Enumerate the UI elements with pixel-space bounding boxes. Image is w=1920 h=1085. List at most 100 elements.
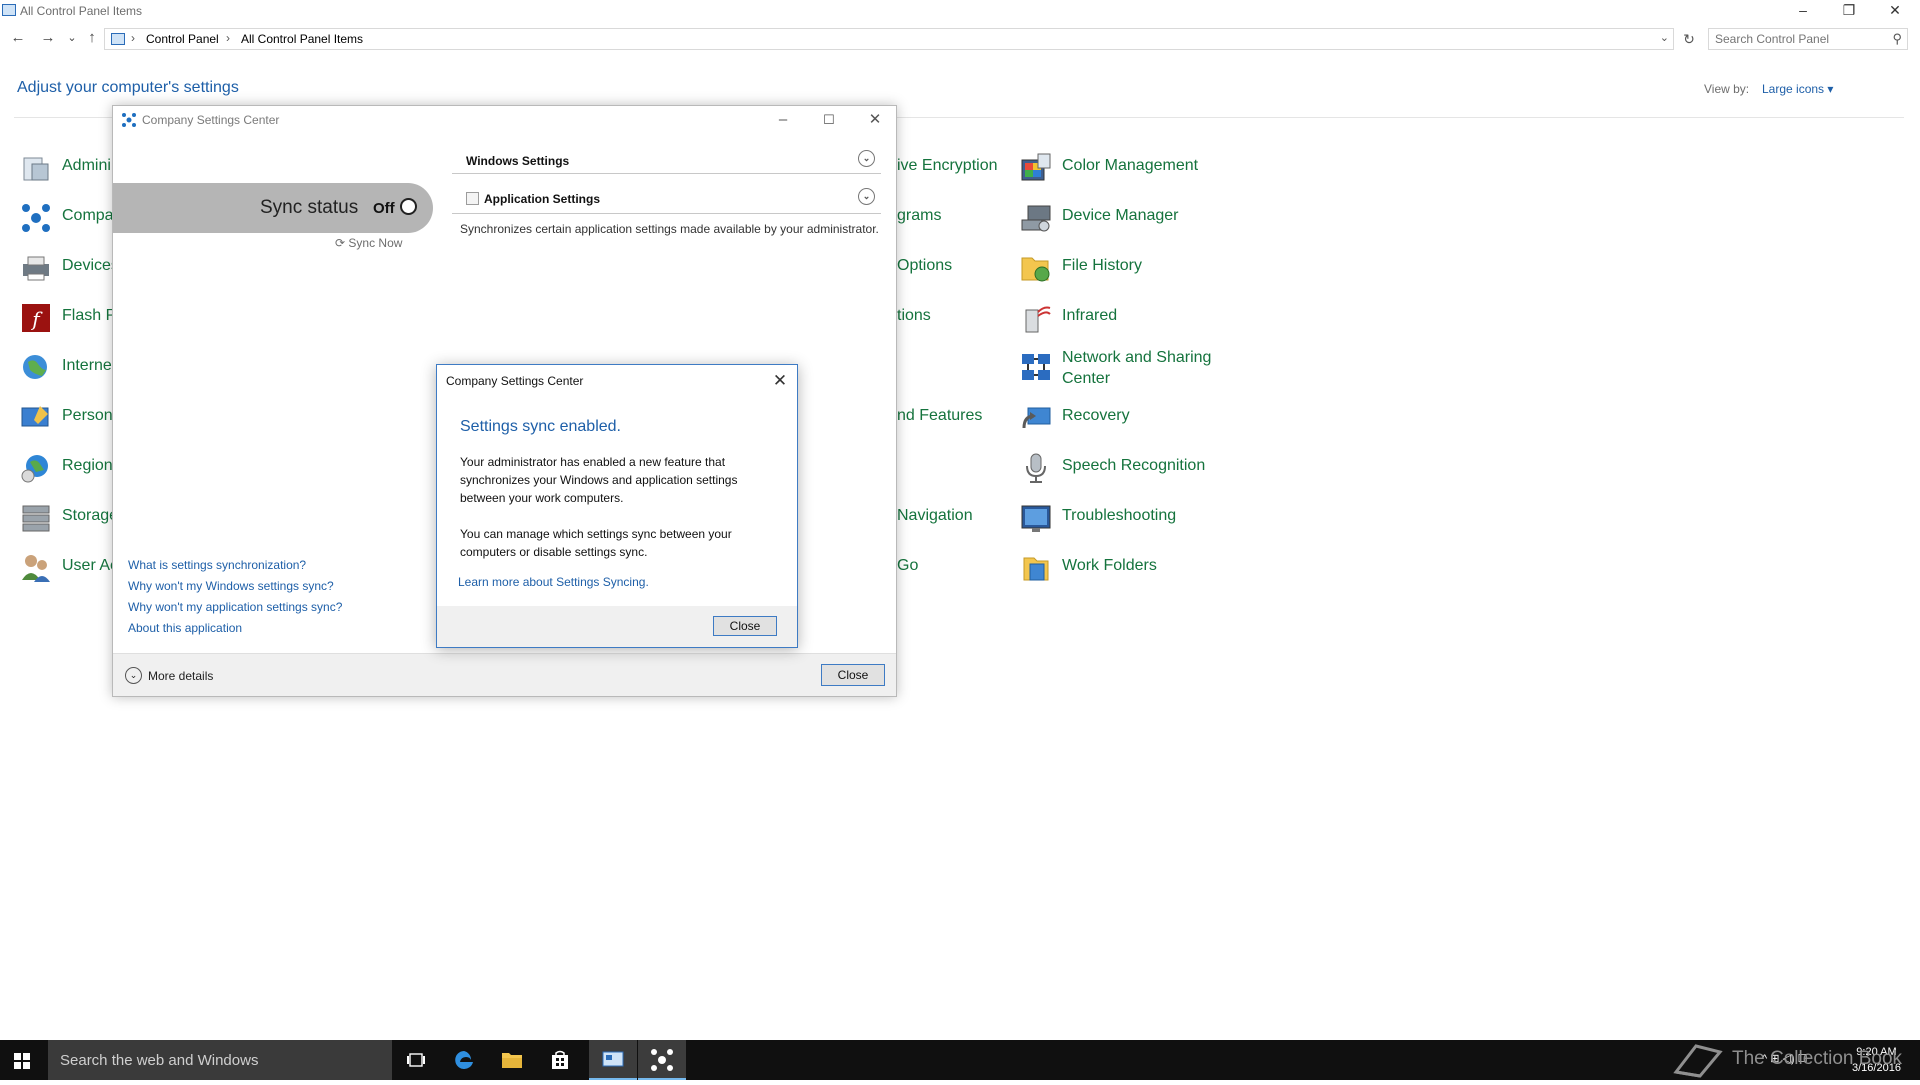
file-explorer-icon[interactable] [488,1040,536,1080]
chevron-right-icon: › [131,31,135,45]
company-settings-icon [22,204,50,232]
search-box[interactable]: ⚲ [1708,28,1908,50]
windows-settings-header[interactable]: Windows Settings ⌄ [452,146,881,174]
sync-status-toggle[interactable]: Sync status Off [113,183,433,233]
globe-icon [23,355,47,379]
refresh-icon[interactable]: ↻ [1678,28,1700,50]
link-windows-settings-sync[interactable]: Why won't my Windows settings sync? [128,579,334,593]
maximize-button[interactable]: ☐ [806,106,852,134]
page-title: Adjust your computer's settings [17,79,239,96]
close-window-button[interactable]: ✕ [1872,0,1918,22]
breadcrumb-all-items[interactable]: All Control Panel Items [241,32,363,46]
divider [452,213,881,214]
control-panel-icon [111,33,125,45]
view-by-dropdown[interactable]: Large icons ▾ [1762,82,1833,96]
cp-item-label: Infrared [1062,307,1118,324]
cp-item-label: Flash P [62,307,117,324]
dialog-paragraph: Your administrator has enabled a new fea… [460,455,738,505]
cp-item-label: Compa [62,207,114,224]
cp-item-label: tions [897,307,931,324]
close-button[interactable]: Close [821,664,885,686]
application-settings-header[interactable]: Application Settings ⌄ [452,184,881,212]
personalization-icon [21,406,49,427]
cp-item-label: grams [897,207,942,224]
microphone-icon [1026,453,1046,483]
troubleshooting-icon [1021,505,1051,532]
window-footer: ⌄ More details Close [113,653,896,696]
more-details-label: More details [148,669,214,683]
user-accounts-icon [22,555,50,582]
restore-button[interactable]: ❐ [1826,0,1872,22]
edge-browser-icon[interactable] [440,1040,488,1080]
dialog-heading: Settings sync enabled. [460,418,621,435]
work-folders-icon [1023,557,1049,581]
cp-item-label: Admini [62,157,111,174]
up-arrow-icon[interactable]: ↑ [82,28,102,48]
chevron-down-icon: ⌄ [125,667,142,684]
chevron-right-icon: › [226,31,230,45]
recovery-icon [1022,407,1051,429]
section-title: Application Settings [484,192,601,206]
link-what-is-sync[interactable]: What is settings synchronization? [128,558,306,572]
taskbar: Search the web and Windows ^ ⊞ ◁) ☐ 9:20… [0,1040,1920,1080]
cp-item-label: Work Folders [1062,557,1157,574]
company-settings-taskbar-icon[interactable] [638,1040,686,1080]
company-settings-center-window: Company Settings Center – ☐ ✕ Sync statu… [112,105,897,697]
printer-icon [23,256,49,281]
minimize-button[interactable]: – [1780,0,1826,22]
navigation-bar: ← → ⌄ ↑ › Control Panel › All Control Pa… [0,26,1920,52]
chevron-down-icon[interactable]: ⌄ [1660,31,1669,44]
admin-tools-icon [23,157,49,181]
chevron-down-icon[interactable]: ⌄ [858,150,875,167]
application-settings-description: Synchronizes certain application setting… [460,222,879,236]
cp-item-label: Go [897,557,919,574]
close-button[interactable]: Close [713,616,777,636]
forward-arrow-icon[interactable]: → [38,28,58,48]
flash-icon: f [22,304,50,332]
link-about-application[interactable]: About this application [128,621,242,635]
close-window-button[interactable]: ✕ [852,106,898,134]
chevron-down-icon[interactable]: ⌄ [858,188,875,205]
cp-item-label: File History [1062,257,1143,274]
book-logo-icon [1673,1044,1723,1078]
sync-status-label: Sync status [260,197,359,218]
region-globe-icon [21,455,48,483]
search-input[interactable] [1715,32,1885,46]
title-bar: All Control Panel Items – ❐ ✕ [0,0,1920,22]
search-icon[interactable]: ⚲ [1892,31,1902,47]
control-panel-icon [2,4,16,16]
network-icon [1022,354,1050,380]
sync-now-button[interactable]: ⟳ Sync Now [335,236,402,250]
windows-start-icon[interactable] [14,1053,30,1069]
close-icon[interactable]: ✕ [768,369,792,393]
cp-item-label: User Ac [62,557,119,574]
address-bar[interactable]: › Control Panel › All Control Panel Item… [104,28,1674,50]
infrared-icon [1025,306,1051,333]
task-view-icon[interactable] [392,1040,440,1080]
cp-item-label: Network and Sharing Center [1062,349,1212,387]
store-icon[interactable] [536,1040,584,1080]
cp-item-label: Speech Recognition [1062,457,1206,474]
device-manager-icon [1021,205,1051,232]
cp-item-label: Devices [62,257,119,274]
color-management-icon [1021,153,1051,181]
settings-sync-dialog: Company Settings Center ✕ Settings sync … [436,364,798,648]
company-settings-icon [122,113,136,127]
learn-more-link[interactable]: Learn more about Settings Syncing. [458,575,649,589]
taskbar-search-placeholder: Search the web and Windows [60,1052,259,1069]
back-arrow-icon[interactable]: ← [8,28,28,48]
window-title: All Control Panel Items [20,4,143,18]
control-panel-taskbar-icon[interactable] [589,1040,637,1080]
cp-item-label: Interne [62,357,112,374]
watermark-text: The Collection Book [1732,1048,1903,1069]
cp-item-label: Troubleshooting [1062,507,1177,524]
link-application-settings-sync[interactable]: Why won't my application settings sync? [128,600,342,614]
application-settings-checkbox[interactable] [466,192,479,205]
breadcrumb-control-panel[interactable]: Control Panel [146,32,219,46]
dialog-paragraph: You can manage which settings sync betwe… [460,527,732,559]
dialog-footer: Close [437,606,797,647]
toggle-knob[interactable] [400,198,417,215]
recent-locations-icon[interactable]: ⌄ [62,28,82,48]
minimize-button[interactable]: – [760,106,806,134]
taskbar-search[interactable]: Search the web and Windows [48,1040,392,1080]
